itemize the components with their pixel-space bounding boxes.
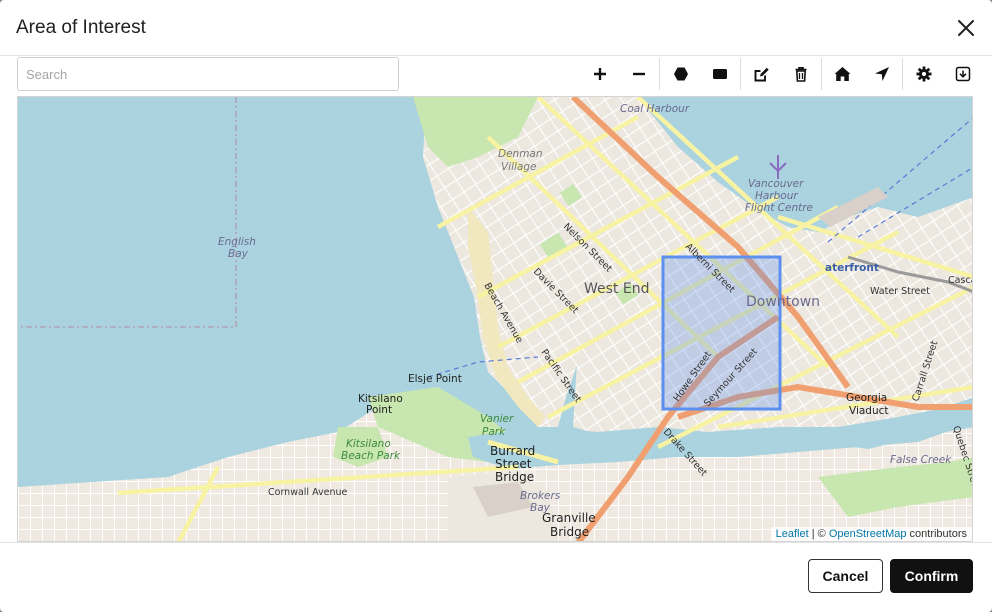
map-view[interactable]: Coal Harbour Denman Village Vancouver Ha… (17, 96, 973, 542)
label-denman-2: Village (501, 161, 537, 173)
label-granville-1: Granville (542, 511, 596, 525)
label-downtown: Downtown (746, 294, 820, 310)
label-vancouver-1: Vancouver (748, 178, 804, 190)
edit-icon (754, 67, 769, 81)
label-burrard-2: Street (495, 457, 532, 471)
label-kits-beach-2: Beach Park (341, 450, 401, 462)
gear-icon (916, 66, 931, 82)
map-attribution: Leaflet | © OpenStreetMap contributors (770, 527, 972, 541)
attribution-suffix: contributors (906, 528, 967, 540)
toolbar-divider (902, 58, 903, 90)
search-input[interactable] (17, 57, 399, 91)
home-button[interactable] (823, 56, 862, 92)
label-english-bay-1: English (218, 236, 256, 248)
trash-icon (795, 67, 806, 82)
label-vanier-2: Park (482, 426, 506, 438)
label-georgia-2: Viaduct (849, 405, 889, 417)
delete-shapes-button[interactable] (781, 56, 820, 92)
label-burrard-1: Burrard (490, 444, 535, 458)
download-icon (955, 66, 970, 82)
close-icon[interactable] (954, 16, 978, 40)
openstreetmap-link[interactable]: OpenStreetMap (829, 528, 907, 540)
label-burrard-3: Bridge (495, 470, 534, 484)
label-waterfront: aterfront (825, 262, 879, 274)
label-kitsilano-point-2: Point (366, 404, 392, 416)
toolbar-divider (740, 58, 741, 90)
label-false-creek: False Creek (890, 454, 952, 466)
location-arrow-icon (874, 67, 889, 81)
zoom-out-button[interactable] (619, 56, 658, 92)
draw-rectangle-button[interactable] (700, 56, 739, 92)
dialog-title: Area of Interest (16, 17, 146, 38)
label-cascade: Casca (948, 275, 973, 286)
plus-icon (593, 68, 606, 80)
download-button[interactable] (943, 56, 982, 92)
area-of-interest-dialog: Area of Interest Search Coal Harbour Den… (0, 0, 992, 612)
label-brokers-1: Brokers (520, 490, 561, 502)
label-denman-1: Denman (498, 148, 543, 160)
rectangle-icon (712, 69, 727, 79)
label-georgia-1: Georgia (846, 392, 887, 404)
label-elsje-point: Elsje Point (408, 373, 462, 385)
label-vancouver-2: Harbour (755, 190, 798, 202)
home-icon (834, 67, 851, 81)
zoom-in-button[interactable] (580, 56, 619, 92)
toolbar-divider (821, 58, 822, 90)
label-english-bay-2: Bay (228, 248, 249, 260)
cancel-button[interactable]: Cancel (808, 559, 883, 593)
map-toolbar (580, 56, 982, 92)
dialog-header: Area of Interest (0, 0, 992, 56)
edit-shapes-button[interactable] (742, 56, 781, 92)
label-vanier-1: Vanier (480, 413, 514, 425)
minus-icon (632, 72, 645, 76)
leaflet-link[interactable]: Leaflet (776, 528, 809, 540)
toolbar-divider (659, 58, 660, 90)
confirm-button[interactable]: Confirm (890, 559, 973, 593)
label-vancouver-3: Flight Centre (745, 202, 813, 214)
hexagon-icon (673, 67, 688, 81)
settings-button[interactable] (904, 56, 943, 92)
dialog-footer: Cancel Confirm (0, 542, 992, 612)
map-tiles: Coal Harbour Denman Village Vancouver Ha… (18, 97, 973, 541)
label-kits-beach-1: Kitsilano (346, 438, 391, 450)
draw-polygon-button[interactable] (661, 56, 700, 92)
attribution-separator: | © (808, 528, 829, 540)
label-water-street: Water Street (870, 286, 930, 297)
locate-button[interactable] (862, 56, 901, 92)
label-west-end: West End (584, 281, 649, 297)
label-cornwall-avenue: Cornwall Avenue (268, 487, 348, 498)
label-granville-2: Bridge (550, 525, 589, 539)
label-coal-harbour: Coal Harbour (620, 103, 690, 115)
